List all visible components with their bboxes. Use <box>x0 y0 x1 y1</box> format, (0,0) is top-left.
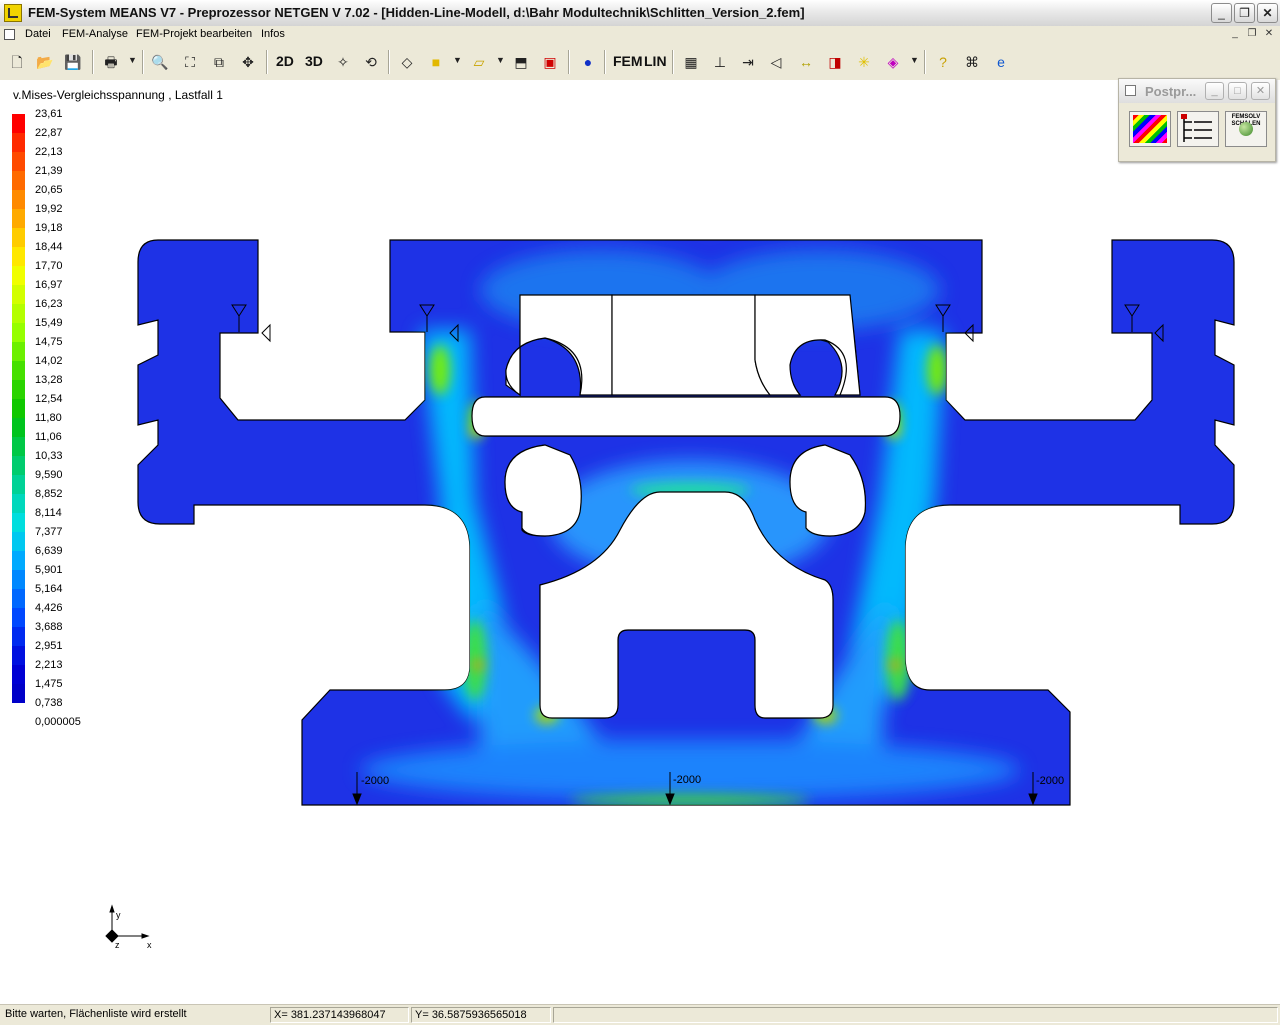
postprocessor-close-button[interactable]: ✕ <box>1251 82 1270 100</box>
displacement-icon[interactable]: ↔ <box>795 52 817 72</box>
toolbar-separator <box>142 50 144 74</box>
fem-model-drawing[interactable]: -2000 -2000 -2000 y z x <box>0 80 1280 1004</box>
status-x-coordinate: X= 381.237143968047 <box>270 1007 409 1023</box>
toolbar-separator <box>604 50 606 74</box>
color-stripes-icon <box>1133 115 1167 143</box>
app-icon[interactable] <box>4 4 22 22</box>
mdi-close-button[interactable]: ✕ <box>1262 28 1276 41</box>
color-plot-button[interactable] <box>1129 111 1171 147</box>
tree-icon <box>1181 114 1212 142</box>
status-bar: Bitte warten, Flächenliste wird erstellt… <box>0 1004 1280 1025</box>
toolbar-separator <box>266 50 268 74</box>
toolbar-separator <box>568 50 570 74</box>
toolbar: 🗋 📂 💾 🖶 ▼ 🔍 ⛶ ⧉ ✥ 2D 3D ✧ ⟲ ◇ ■ ▼ ▱ ▼ ⬒ … <box>0 44 1280 81</box>
load-label: -2000 <box>361 775 389 787</box>
wireframe-cube-icon[interactable]: ◇ <box>396 52 418 72</box>
minimize-button[interactable]: _ <box>1211 3 1232 23</box>
axis-x-label: x <box>147 940 152 950</box>
rotate-icon[interactable]: ✧ <box>332 52 354 72</box>
color-palette-icon[interactable]: ◈ <box>882 52 904 72</box>
globe-icon <box>1239 122 1253 136</box>
axis-y-label: y <box>116 910 121 920</box>
axis-z-label: z <box>115 940 120 950</box>
model-view[interactable]: v.Mises-Vergleichsspannung , Lastfall 1 … <box>0 80 1280 1004</box>
postprocessor-window[interactable]: Postpr... _ □ ✕ FEMSOLV SCHALEN <box>1118 78 1276 162</box>
lin-button[interactable]: LIN <box>644 53 667 69</box>
open-folder-icon[interactable]: 📂 <box>34 52 56 72</box>
save-icon[interactable]: 💾 <box>62 52 84 72</box>
mdi-restore-button[interactable]: ❐ <box>1245 28 1259 41</box>
help-icon[interactable]: ? <box>932 52 954 72</box>
view-3d-button[interactable]: 3D <box>305 53 323 69</box>
toolbar-separator <box>672 50 674 74</box>
menu-bar: Datei FEM-Analyse FEM-Projekt bearbeiten… <box>0 26 1280 44</box>
new-file-icon[interactable]: 🗋 <box>6 52 28 72</box>
load-icon[interactable]: ◁ <box>765 52 787 72</box>
status-panel <box>553 1007 1278 1023</box>
window-title: FEM-System MEANS V7 - Preprozessor NETGE… <box>28 5 805 20</box>
result-tree-button[interactable] <box>1177 111 1219 147</box>
load-label: -2000 <box>1036 775 1064 787</box>
mdi-minimize-button[interactable]: _ <box>1228 28 1242 41</box>
load-label: -2000 <box>673 774 701 786</box>
network-icon[interactable]: ⌘ <box>961 52 983 72</box>
fem-button[interactable]: FEM <box>613 53 643 69</box>
support-icon[interactable]: ⊥ <box>709 52 731 72</box>
view-2d-button[interactable]: 2D <box>276 53 294 69</box>
toolbar-separator <box>388 50 390 74</box>
material-icon[interactable]: ▣ <box>539 52 561 72</box>
zoom-window-icon[interactable]: ⧉ <box>208 52 230 72</box>
title-bar: FEM-System MEANS V7 - Preprozessor NETGE… <box>0 0 1280 27</box>
document-icon[interactable] <box>4 29 15 40</box>
chevron-down-icon[interactable]: ▼ <box>910 55 919 65</box>
status-message: Bitte warten, Flächenliste wird erstellt <box>5 1008 187 1020</box>
pan-icon[interactable]: ✥ <box>237 52 259 72</box>
mesh-grid-icon[interactable]: ▦ <box>680 52 702 72</box>
postprocessor-maximize-button[interactable]: □ <box>1228 82 1247 100</box>
solid-cube-icon[interactable]: ■ <box>425 52 447 72</box>
maximize-button[interactable]: ❐ <box>1234 3 1255 23</box>
plane-icon[interactable]: ▱ <box>468 52 490 72</box>
menu-datei[interactable]: Datei <box>25 28 51 40</box>
orbit-icon[interactable]: ⟲ <box>360 52 382 72</box>
femsolv-button[interactable]: FEMSOLV SCHALEN <box>1225 111 1267 147</box>
result-colors-icon[interactable]: ◨ <box>824 52 846 72</box>
axis-triad-icon <box>105 904 150 943</box>
chevron-down-icon[interactable]: ▼ <box>128 55 137 65</box>
internet-explorer-icon[interactable]: e <box>990 52 1012 72</box>
postprocessor-titlebar[interactable]: Postpr... _ □ ✕ <box>1119 79 1275 103</box>
postprocessor-title: Postpr... <box>1145 84 1197 99</box>
menu-infos[interactable]: Infos <box>261 28 285 40</box>
toolbar-separator <box>92 50 94 74</box>
zoom-fit-icon[interactable]: ⛶ <box>179 52 201 72</box>
light-icon[interactable]: ✳ <box>853 52 875 72</box>
menu-fem-analyse[interactable]: FEM-Analyse <box>62 28 128 40</box>
window-icon <box>1125 85 1136 96</box>
menu-fem-projekt-bearbeiten[interactable]: FEM-Projekt bearbeiten <box>136 28 252 40</box>
constraint-icon[interactable]: ⇥ <box>737 52 759 72</box>
chevron-down-icon[interactable]: ▼ <box>453 55 462 65</box>
print-icon[interactable]: 🖶 <box>100 52 122 72</box>
zoom-icon[interactable]: 🔍 <box>149 52 171 72</box>
chevron-down-icon[interactable]: ▼ <box>496 55 505 65</box>
toolbar-separator <box>924 50 926 74</box>
postprocessor-minimize-button[interactable]: _ <box>1205 82 1224 100</box>
status-y-coordinate: Y= 36.5875936565018 <box>411 1007 551 1023</box>
sphere-icon[interactable]: ● <box>577 52 599 72</box>
close-button[interactable]: ✕ <box>1257 3 1278 23</box>
section-icon[interactable]: ⬒ <box>510 52 532 72</box>
